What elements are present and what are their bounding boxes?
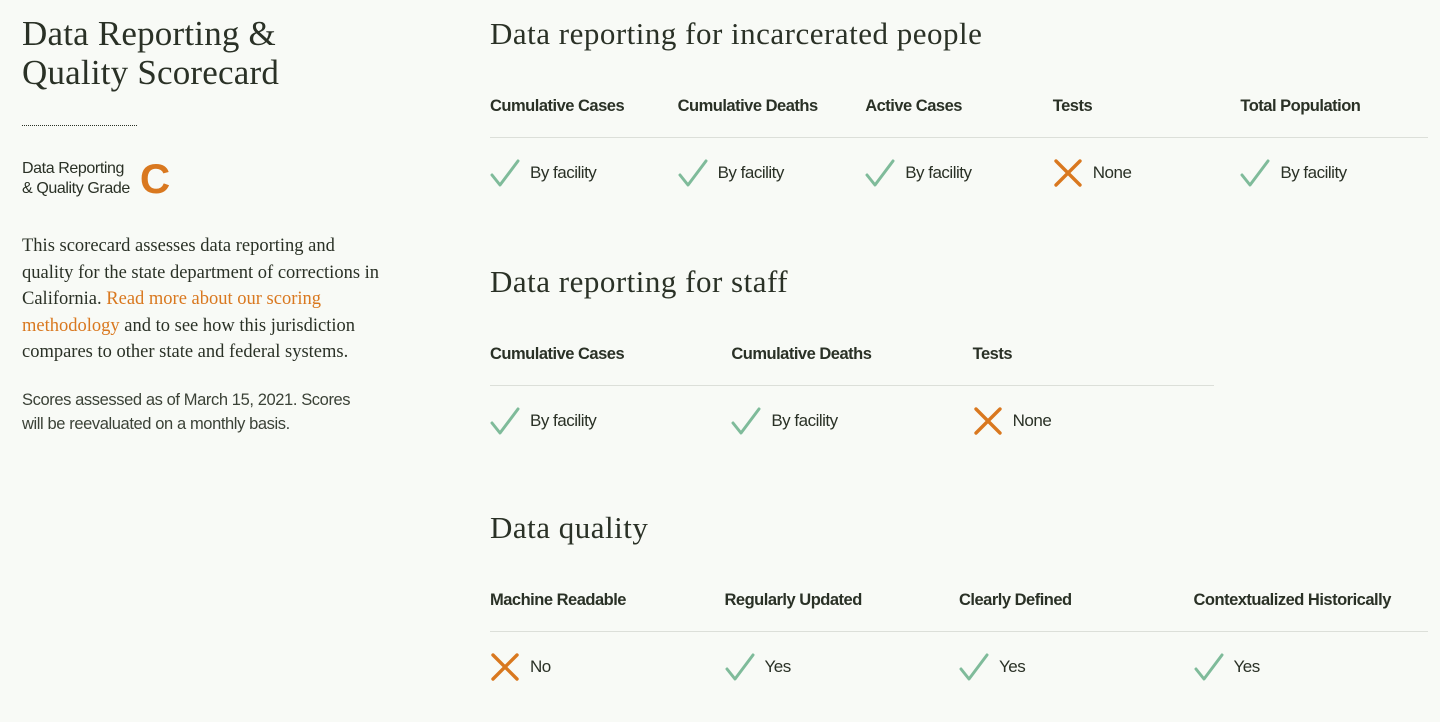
scorecard-description: This scorecard assesses data reporting a…: [22, 233, 382, 366]
metric-value: By facility: [490, 158, 678, 188]
metric-value-text: None: [1092, 163, 1132, 182]
metric-header-row: Cumulative Cases Cumulative Deaths Activ…: [490, 96, 1428, 138]
metric-value: No: [490, 652, 725, 682]
section-data-quality: Data quality Machine Readable Regularly …: [490, 508, 1428, 682]
metric-value-text: None: [1012, 411, 1052, 430]
grade-row: Data Reporting & Quality Grade C: [22, 155, 392, 202]
metric-header: Clearly Defined: [959, 591, 1072, 609]
metric-value-text: By facility: [905, 163, 972, 182]
metric-value: By facility: [490, 406, 731, 436]
metric-header: Tests: [972, 345, 1013, 363]
grade-label-line2: & Quality Grade: [22, 180, 130, 197]
metric-value-text: Yes: [764, 657, 792, 676]
metric-header: Total Population: [1240, 97, 1361, 115]
section-title: Data reporting for staff: [490, 264, 789, 299]
metric-value-text: By facility: [771, 411, 838, 430]
check-icon: [490, 406, 520, 436]
assessed-date-note: Scores assessed as of March 15, 2021. Sc…: [22, 390, 351, 433]
grade-badge: C: [139, 155, 171, 202]
check-icon: [678, 158, 708, 188]
metric-value: Yes: [959, 652, 1194, 682]
metric-value-text: Yes: [999, 657, 1026, 676]
metric-header: Tests: [1052, 97, 1093, 115]
check-icon: [725, 652, 755, 682]
page-title-line1: Data Reporting &: [22, 14, 276, 53]
metric-value: By facility: [678, 158, 866, 188]
check-icon: [1240, 158, 1270, 188]
x-icon: [1053, 158, 1083, 188]
metric-value-text: By facility: [530, 163, 597, 182]
metric-header-row: Cumulative Cases Cumulative Deaths Tests: [490, 344, 1214, 386]
metric-header: Regularly Updated: [724, 591, 863, 609]
check-icon: [865, 158, 895, 188]
metric-header: Contextualized Historically: [1193, 591, 1392, 609]
metric-header: Cumulative Cases: [490, 345, 625, 363]
metric-value: None: [973, 406, 1214, 436]
metric-value-row: By facility By facility None: [490, 406, 1214, 436]
grade-label-line1: Data Reporting: [22, 160, 125, 177]
metric-header: Cumulative Deaths: [677, 97, 819, 115]
x-icon: [973, 406, 1003, 436]
page-title-line2: Quality Scorecard: [22, 53, 280, 92]
check-icon: [490, 158, 520, 188]
grade-label: Data Reporting & Quality Grade: [22, 159, 130, 199]
metric-header: Cumulative Deaths: [731, 345, 872, 363]
dotted-divider: [22, 125, 137, 126]
metric-value: By facility: [865, 158, 1053, 188]
metric-value: Yes: [1194, 652, 1429, 682]
section-staff-reporting: Data reporting for staff Cumulative Case…: [490, 262, 1214, 436]
metric-value-text: No: [530, 657, 551, 676]
metric-value-text: By facility: [530, 411, 597, 430]
metric-header-row: Machine Readable Regularly Updated Clear…: [490, 590, 1428, 632]
metric-header: Machine Readable: [490, 591, 626, 609]
check-icon: [1194, 652, 1224, 682]
metric-value-text: By facility: [717, 163, 785, 182]
metric-value-row: By facility By facility By facility None…: [490, 158, 1428, 188]
sidebar: Data Reporting & Quality Scorecard Data …: [22, 14, 392, 436]
x-icon: [490, 652, 520, 682]
section-incarcerated-reporting: Data reporting for incarcerated people C…: [490, 14, 1428, 188]
check-icon: [959, 652, 989, 682]
section-title: Data quality: [490, 510, 649, 545]
metric-value: None: [1053, 158, 1241, 188]
metric-header: Active Cases: [865, 97, 962, 115]
metric-value-row: No Yes Yes Yes: [490, 652, 1428, 682]
metric-header: Cumulative Cases: [490, 97, 625, 115]
metric-value-text: Yes: [1233, 657, 1261, 676]
metric-value-text: By facility: [1280, 163, 1347, 182]
metric-value: Yes: [725, 652, 960, 682]
metric-value: By facility: [1240, 158, 1428, 188]
metric-value: By facility: [731, 406, 972, 436]
check-icon: [731, 406, 761, 436]
page-title: Data Reporting & Quality Scorecard: [22, 14, 392, 92]
section-title: Data reporting for incarcerated people: [490, 16, 983, 51]
